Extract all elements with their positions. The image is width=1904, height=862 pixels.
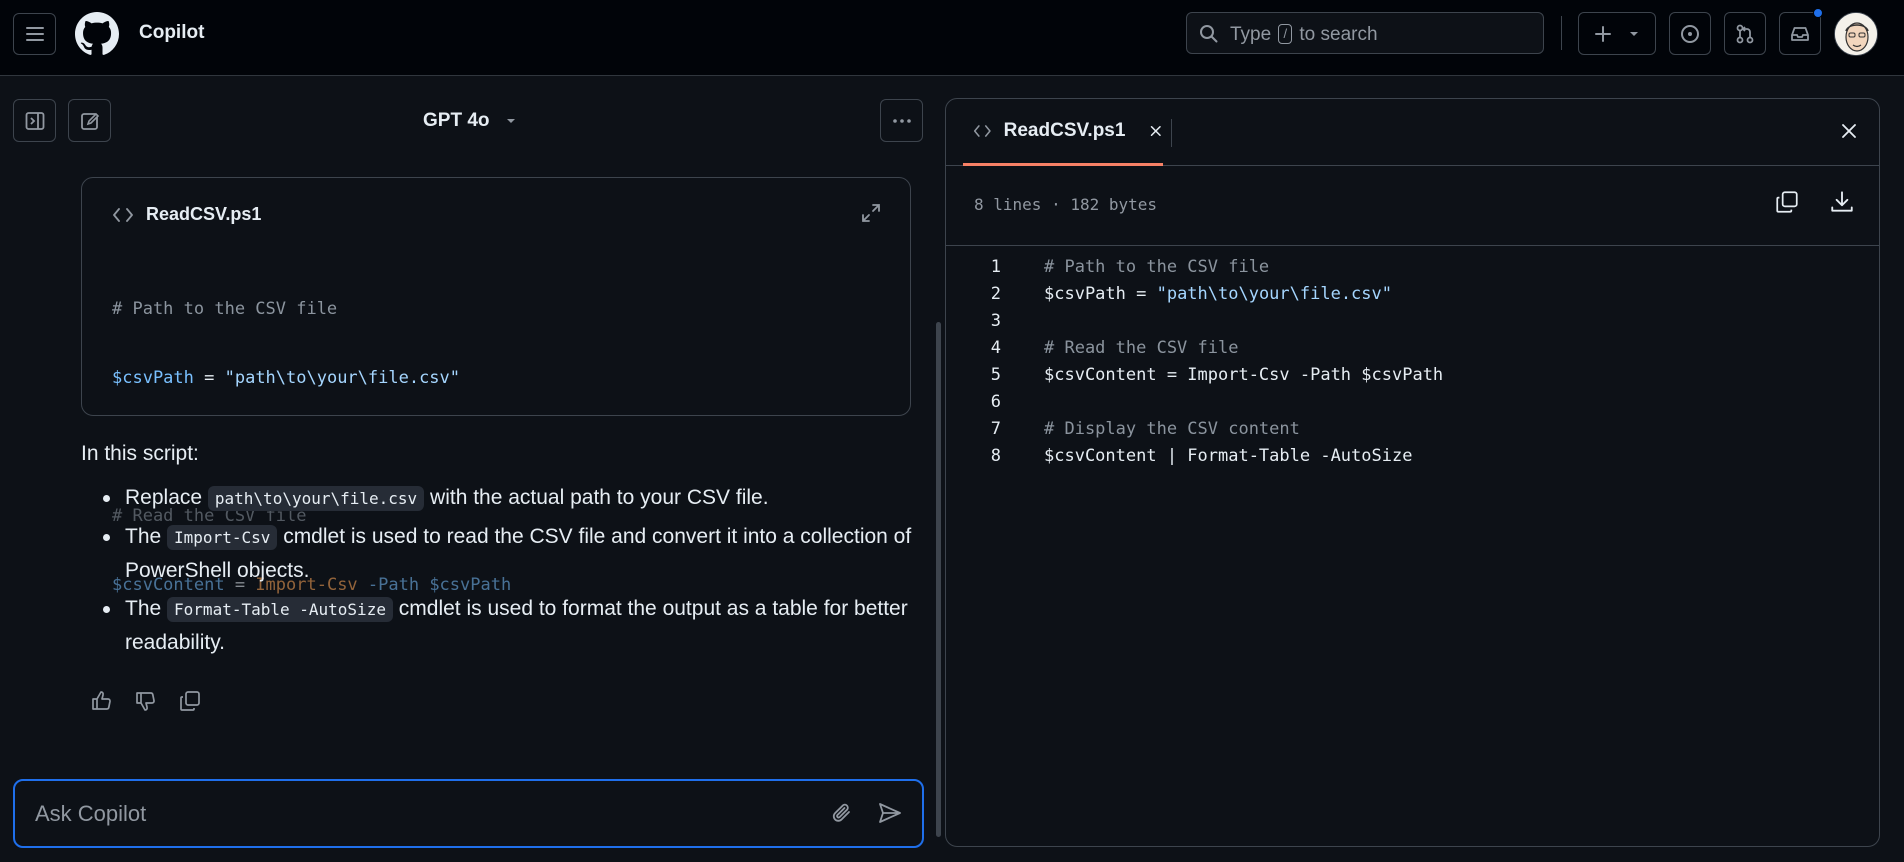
avatar-face-icon <box>1835 13 1877 55</box>
notification-indicator <box>1813 8 1823 18</box>
search-icon <box>1200 25 1218 43</box>
pencil-icon <box>80 112 99 130</box>
close-panel-icon[interactable] <box>1839 121 1859 141</box>
kebab-horizontal-icon <box>892 118 911 123</box>
avatar[interactable] <box>1834 12 1878 56</box>
chat-input-box[interactable] <box>13 779 924 848</box>
code-line: 6 <box>946 389 1879 416</box>
code-line: 4 # Read the CSV file <box>946 335 1879 362</box>
top-bar: Copilot Type / to search <box>0 0 1904 76</box>
message-intro: In this script: <box>81 442 199 465</box>
list-item: The Import-Csv cmdlet is used to read th… <box>103 520 915 587</box>
line-content: # Path to the CSV file <box>1044 257 1270 277</box>
message-bullet-list: Replace path\to\your\file.csv with the a… <box>103 481 915 664</box>
file-header-divider <box>946 245 1879 246</box>
header-divider <box>1561 16 1562 50</box>
chat-scroll-thumb[interactable] <box>936 322 941 837</box>
git-pull-request-icon <box>1736 24 1754 43</box>
file-viewer-panel: ReadCSV.ps1 8 lines · 182 bytes 1 # Path … <box>945 98 1880 847</box>
expand-code-button[interactable] <box>860 202 882 229</box>
thumbs-down-icon[interactable] <box>134 689 158 713</box>
menu-button[interactable] <box>13 13 56 55</box>
search-shortcut-key: / <box>1278 24 1293 44</box>
inline-code: path\to\your\file.csv <box>207 486 425 511</box>
chevron-down-icon <box>1630 31 1638 36</box>
line-number: 8 <box>990 446 1001 466</box>
model-label: GPT 4o <box>423 110 490 131</box>
line-content: # Read the CSV file <box>1044 338 1239 358</box>
line-content: # Display the CSV content <box>1044 419 1300 439</box>
pull-requests-button[interactable] <box>1724 12 1766 55</box>
send-icon[interactable] <box>877 800 903 826</box>
file-viewer-tabs: ReadCSV.ps1 <box>946 99 1879 166</box>
message-actions <box>90 689 202 713</box>
line-number: 1 <box>990 257 1001 277</box>
paperclip-icon[interactable] <box>830 801 854 825</box>
inline-code: Import-Csv <box>167 525 278 550</box>
chat-pane: GPT 4o ReadCSV.ps1 # Path to the CSV fil… <box>0 77 941 862</box>
line-number: 7 <box>990 419 1001 439</box>
more-options-button[interactable] <box>880 99 923 142</box>
line-content: $csvPath = "path\to\your\file.csv" <box>1044 284 1392 304</box>
line-content: $csvContent = Import-Csv -Path $csvPath <box>1044 365 1444 385</box>
line-number: 6 <box>990 392 1001 412</box>
issues-button[interactable] <box>1669 12 1711 55</box>
code-icon <box>973 125 991 137</box>
tab-separator <box>1171 119 1172 147</box>
thumbs-up-icon[interactable] <box>90 689 114 713</box>
line-number: 5 <box>990 365 1001 385</box>
inline-code: Format-Table -AutoSize <box>167 597 393 622</box>
plus-icon <box>1595 25 1611 42</box>
code-line: 2 $csvPath = "path\to\your\file.csv" <box>946 281 1879 308</box>
code-line: 3 <box>946 308 1879 335</box>
search-hint: Type / to search <box>1230 24 1378 45</box>
copy-icon[interactable] <box>178 689 202 713</box>
code-block-header[interactable]: ReadCSV.ps1 <box>112 204 261 225</box>
code-block-card: ReadCSV.ps1 # Path to the CSV file $csvP… <box>81 177 911 595</box>
hamburger-icon <box>25 27 44 41</box>
main-area: GPT 4o ReadCSV.ps1 # Path to the CSV fil… <box>0 77 1904 862</box>
sidebar-expand-icon <box>25 111 44 130</box>
new-conversation-button[interactable] <box>68 99 111 142</box>
tab-label: ReadCSV.ps1 <box>1003 120 1126 141</box>
line-number: 2 <box>990 284 1001 304</box>
app-title: Copilot <box>139 22 205 43</box>
ask-copilot-input[interactable] <box>35 799 815 829</box>
close-tab-icon[interactable] <box>1149 123 1163 139</box>
code-icon <box>113 207 133 222</box>
list-item: The Format-Table -AutoSize cmdlet is use… <box>103 592 915 659</box>
issue-opened-icon <box>1681 24 1699 43</box>
toggle-sidebar-button[interactable] <box>13 99 56 142</box>
chevron-down-icon <box>506 119 515 123</box>
line-number: 3 <box>990 311 1001 331</box>
search-input[interactable]: Type / to search <box>1186 12 1544 54</box>
code-line: 8 $csvContent | Format-Table -AutoSize <box>946 443 1879 470</box>
copy-icon[interactable] <box>1774 189 1800 215</box>
inbox-icon <box>1791 26 1809 41</box>
tab-readcsv[interactable]: ReadCSV.ps1 <box>963 99 1163 166</box>
list-item: Replace path\to\your\file.csv with the a… <box>103 481 915 515</box>
download-icon[interactable] <box>1829 189 1855 215</box>
code-line: $csvPath = "path\to\your\file.csv" <box>112 368 461 388</box>
code-line: 1 # Path to the CSV file <box>946 254 1879 281</box>
model-selector[interactable]: GPT 4o <box>423 110 518 132</box>
screen-full-icon <box>862 204 880 222</box>
code-line: 5 $csvContent = Import-Csv -Path $csvPath <box>946 362 1879 389</box>
code-block-filename: ReadCSV.ps1 <box>146 204 262 224</box>
line-content: $csvContent | Format-Table -AutoSize <box>1044 446 1413 466</box>
file-meta: 8 lines · 182 bytes <box>974 195 1158 214</box>
file-code-view: 1 # Path to the CSV file 2 $csvPath = "pat… <box>946 254 1879 470</box>
code-line: # Path to the CSV file <box>112 299 338 319</box>
code-line: 7 # Display the CSV content <box>946 416 1879 443</box>
inbox-button[interactable] <box>1779 12 1821 55</box>
line-number: 4 <box>990 338 1001 358</box>
github-logo-icon[interactable] <box>75 12 119 56</box>
create-new-button[interactable] <box>1578 12 1656 55</box>
